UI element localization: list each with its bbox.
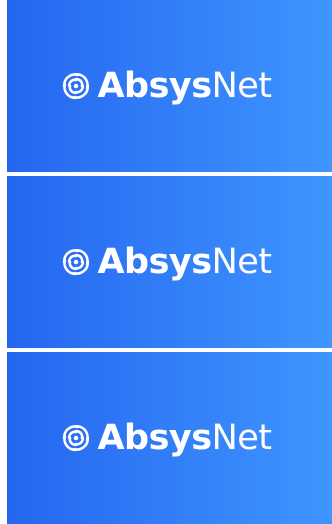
brand-banner: AbsysNet: [7, 0, 332, 172]
brand-name-bold: Absys: [97, 241, 212, 282]
brand-name-light: Net: [211, 65, 272, 106]
banner-stack: AbsysNet AbsysNet AbsysNet: [0, 0, 332, 524]
brand-name-light: Net: [211, 241, 272, 282]
brand-logo: AbsysNet: [59, 65, 272, 106]
brand-name-bold: Absys: [97, 417, 212, 458]
brand-name-bold: Absys: [97, 65, 212, 106]
swirl-logo-icon: [63, 424, 90, 452]
swirl-logo-icon: [63, 72, 90, 100]
brand-logo: AbsysNet: [59, 417, 272, 458]
brand-wordmark: AbsysNet: [97, 241, 272, 282]
brand-wordmark: AbsysNet: [97, 65, 272, 106]
swirl-logo-icon: [63, 248, 90, 276]
brand-name-light: Net: [211, 417, 272, 458]
brand-banner: AbsysNet: [7, 352, 332, 524]
brand-wordmark: AbsysNet: [97, 417, 272, 458]
brand-logo: AbsysNet: [59, 241, 272, 282]
brand-banner: AbsysNet: [7, 176, 332, 348]
